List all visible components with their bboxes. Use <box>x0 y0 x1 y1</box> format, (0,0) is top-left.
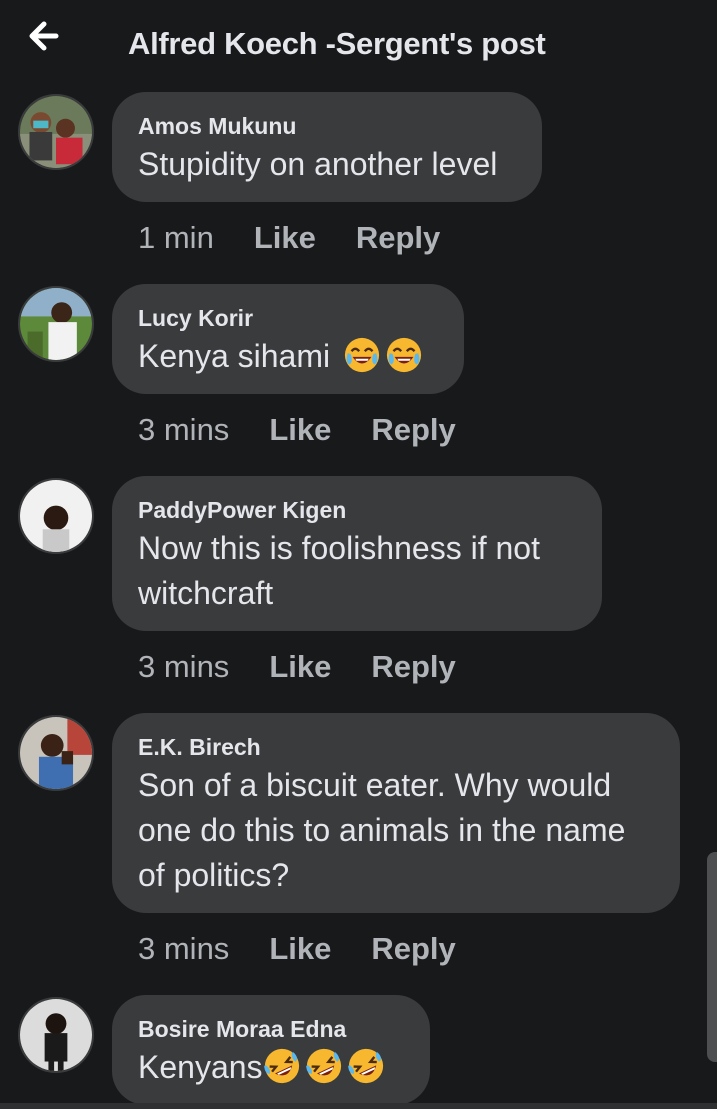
avatar[interactable] <box>18 286 94 362</box>
comment-author[interactable]: Amos Mukunu <box>138 112 516 140</box>
avatar[interactable] <box>18 478 94 554</box>
comment-text-body: Now this is foolishness if not witchcraf… <box>138 530 540 611</box>
scrollbar[interactable] <box>707 852 717 1062</box>
rolling-laughing-emoji <box>347 1047 385 1085</box>
reply-button[interactable]: Reply <box>356 220 440 256</box>
back-arrow-icon[interactable] <box>24 18 68 62</box>
comment-time[interactable]: 3 mins <box>138 649 229 685</box>
comment-text: Kenyans <box>138 1045 404 1090</box>
like-button[interactable]: Like <box>254 220 316 256</box>
page-title: Alfred Koech -Sergent's post <box>128 26 546 61</box>
like-button[interactable]: Like <box>269 931 331 967</box>
comment-bubble[interactable]: PaddyPower Kigen Now this is foolishness… <box>112 476 602 631</box>
comment-actions: 3 mins Like Reply <box>138 647 456 687</box>
comment-text: Kenya sihami <box>138 334 438 379</box>
comment-text-body: Kenya sihami <box>138 338 331 374</box>
like-button[interactable]: Like <box>269 649 331 685</box>
tears-of-joy-emoji <box>385 336 423 374</box>
comment-time[interactable]: 3 mins <box>138 412 229 448</box>
comment-text: Son of a biscuit eater. Why would one do… <box>138 763 654 898</box>
avatar[interactable] <box>18 997 94 1073</box>
comment-bubble[interactable]: Bosire Moraa Edna Kenyans <box>112 995 430 1105</box>
comment-text-body: Kenyans <box>138 1049 263 1085</box>
comment-time[interactable]: 1 min <box>138 220 214 256</box>
like-button[interactable]: Like <box>269 412 331 448</box>
avatar[interactable] <box>18 94 94 170</box>
rolling-laughing-emoji <box>263 1047 301 1085</box>
comment-actions: 1 min Like Reply <box>138 218 440 258</box>
comment-author[interactable]: PaddyPower Kigen <box>138 496 576 524</box>
app-header: Alfred Koech -Sergent's post <box>0 0 717 86</box>
comment-author[interactable]: E.K. Birech <box>138 733 654 761</box>
comment-author[interactable]: Bosire Moraa Edna <box>138 1015 404 1043</box>
comment-text: Stupidity on another level <box>138 142 516 187</box>
comment-text-body: Son of a biscuit eater. Why would one do… <box>138 767 626 893</box>
comment-bubble[interactable]: Lucy Korir Kenya sihami <box>112 284 464 394</box>
avatar[interactable] <box>18 715 94 791</box>
comment-bubble[interactable]: E.K. Birech Son of a biscuit eater. Why … <box>112 713 680 913</box>
comment-actions: 3 mins Like Reply <box>138 929 456 969</box>
divider <box>0 1103 717 1109</box>
comment-time[interactable]: 3 mins <box>138 931 229 967</box>
comment-author[interactable]: Lucy Korir <box>138 304 438 332</box>
comment-text: Now this is foolishness if not witchcraf… <box>138 526 576 616</box>
comment-actions: 3 mins Like Reply <box>138 410 456 450</box>
tears-of-joy-emoji <box>343 336 381 374</box>
rolling-laughing-emoji <box>305 1047 343 1085</box>
comment-text-body: Stupidity on another level <box>138 146 498 182</box>
reply-button[interactable]: Reply <box>371 412 455 448</box>
reply-button[interactable]: Reply <box>371 649 455 685</box>
comment-bubble[interactable]: Amos Mukunu Stupidity on another level <box>112 92 542 202</box>
reply-button[interactable]: Reply <box>371 931 455 967</box>
